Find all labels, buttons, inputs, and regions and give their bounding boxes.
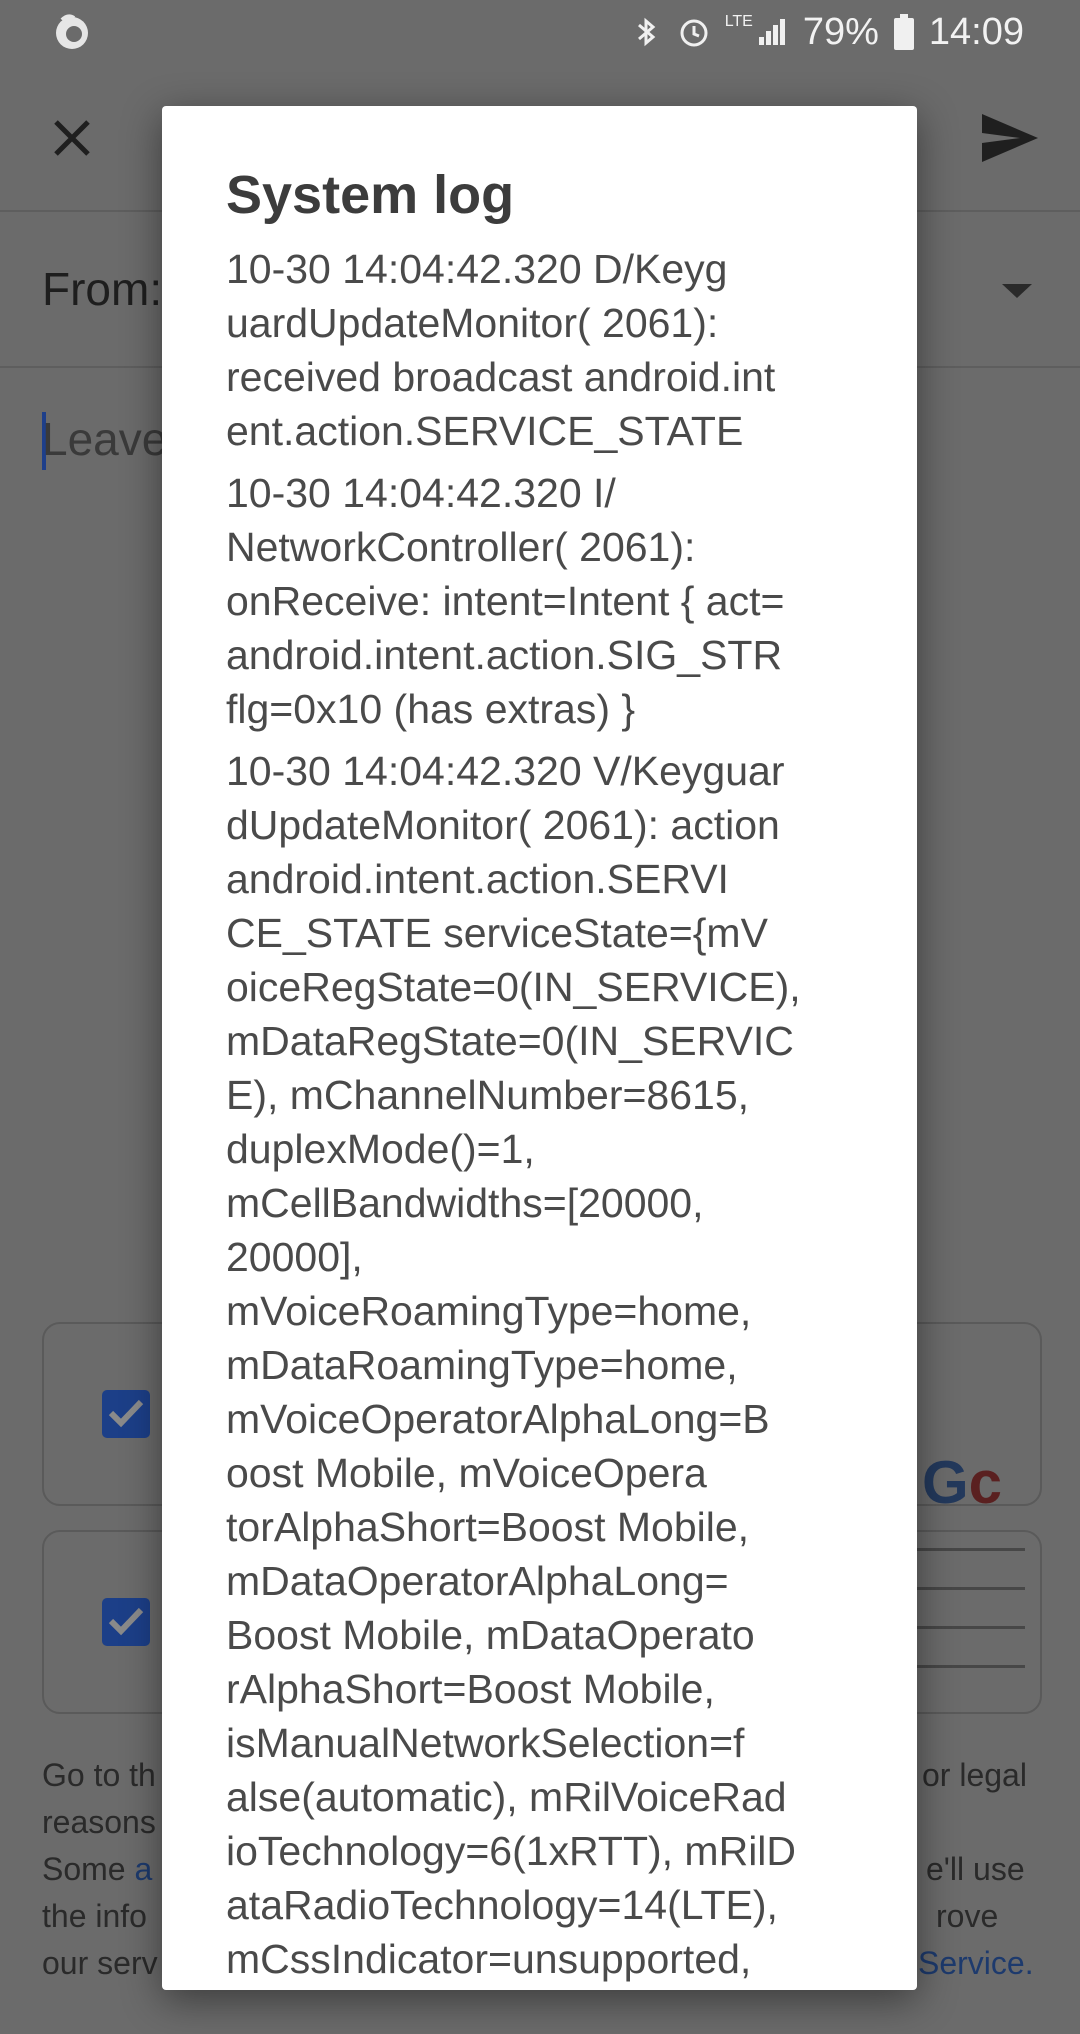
log-line: oost Mobile, mVoiceOpera [226,1450,707,1496]
log-line: ioTechnology=6(1xRTT), mRilD [226,1828,797,1874]
log-line: mCellBandwidths=[20000, [226,1180,704,1226]
log-entry: 10-30 14:04:42.320 D/Keyg uardUpdateMonit… [226,242,886,458]
footer-line-4-left: the info [42,1898,147,1934]
log-line: Boost Mobile, mDataOperato [226,1612,755,1658]
log-line: torAlphaShort=Boost Mobile, [226,1504,750,1550]
log-line: E), mChannelNumber=8615, [226,1072,750,1118]
footer-period: . [1024,1945,1034,1981]
log-entry: 10-30 14:04:42.320 I/NetworkController( … [226,466,886,736]
log-line: onReceive: intent=Intent { act= [226,578,785,624]
footer-link[interactable]: a [134,1851,152,1887]
log-line: 10-30 14:04:42.320 D/Keyg [226,246,728,292]
log-line: 10-30 14:04:42.320 I/ [226,470,616,516]
log-line: 20000], [226,1234,363,1280]
footer-line-1-right: or legal [922,1757,1027,1793]
checkbox-checked[interactable] [102,1598,150,1646]
system-log-dialog: System log 10-30 14:04:42.320 D/Keyg uard… [162,106,917,1990]
terms-of-service-link[interactable]: Service [918,1945,1025,1981]
log-line: ataRadioTechnology=14(LTE), [226,1882,778,1928]
footer-line-1-left: Go to th [42,1757,156,1793]
log-line: mDataRoamingType=home, [226,1342,738,1388]
log-content[interactable]: 10-30 14:04:42.320 D/Keyg uardUpdateMonit… [226,242,886,1990]
dialog-title: System log [226,165,515,225]
log-line: received broadcast android.int [226,354,776,400]
log-entry: 10-30 14:04:42.320 V/Keyguar dUpdateMonit… [226,744,886,1986]
send-icon[interactable] [980,110,1040,166]
log-line: alse(automatic), mRilVoiceRad [226,1774,787,1820]
log-line: ent.action.SERVICE_STATE [226,408,744,454]
from-label: From: [42,263,163,315]
log-line: isManualNetworkSelection=f [226,1720,745,1766]
document-icon [905,1548,1025,1704]
close-icon[interactable] [48,114,96,162]
log-line: 10-30 14:04:42.320 V/Keyguar [226,748,785,794]
alarm-icon [680,19,708,47]
footer-line-3-left: Some a [42,1846,152,1893]
battery-icon [893,14,914,50]
checkbox-checked[interactable] [102,1390,150,1438]
log-line: android.intent.action.SERVI [226,856,729,902]
log-line: NetworkController( 2061): [226,524,696,570]
clock: 14:09 [928,10,1024,53]
log-line: mDataRegState=0(IN_SERVIC [226,1018,794,1064]
log-line: mDataOperatorAlphaLong= [226,1558,729,1604]
log-line: flg=0x10 (has extras) } [226,686,636,732]
signal-icon [758,19,785,45]
battery-percent: 79% [802,10,879,53]
footer-line-3-text: Some [42,1851,135,1887]
body-input[interactable]: Leave [42,412,167,466]
footer-line-5-right: Service. [918,1940,1034,1987]
footer-line-5-left: our serv [42,1945,158,1981]
log-line: android.intent.action.SIG_STR [226,632,783,678]
firefox-icon [56,14,88,49]
log-line: oiceRegState=0(IN_SERVICE), [226,964,801,1010]
log-line: mVoiceRoamingType=home, [226,1288,752,1334]
log-line: duplexMode()=1, [226,1126,535,1172]
footer-line-4-right: rove [936,1898,999,1934]
status-bar: LTE 79% 14:09 [0,0,1080,64]
log-line: mVoiceOperatorAlphaLong=B [226,1396,770,1442]
log-line: CE_STATE serviceState={mV [226,910,768,956]
log-line: rAlphaShort=Boost Mobile, [226,1666,715,1712]
google-logo-icon: Gc [922,1449,1003,1516]
footer-line-2-left: reasons [42,1804,156,1840]
log-line: uardUpdateMonitor( 2061): [226,300,719,346]
log-line: mCssIndicator=unsupported, [226,1936,752,1982]
chevron-down-icon[interactable] [1002,284,1032,298]
network-type-label: LTE [724,13,753,30]
status-icons: LTE 79% 14:09 [629,8,1024,56]
bluetooth-icon [637,17,655,47]
log-line: dUpdateMonitor( 2061): action [226,802,780,848]
footer-line-3-right: e'll use [926,1851,1025,1887]
